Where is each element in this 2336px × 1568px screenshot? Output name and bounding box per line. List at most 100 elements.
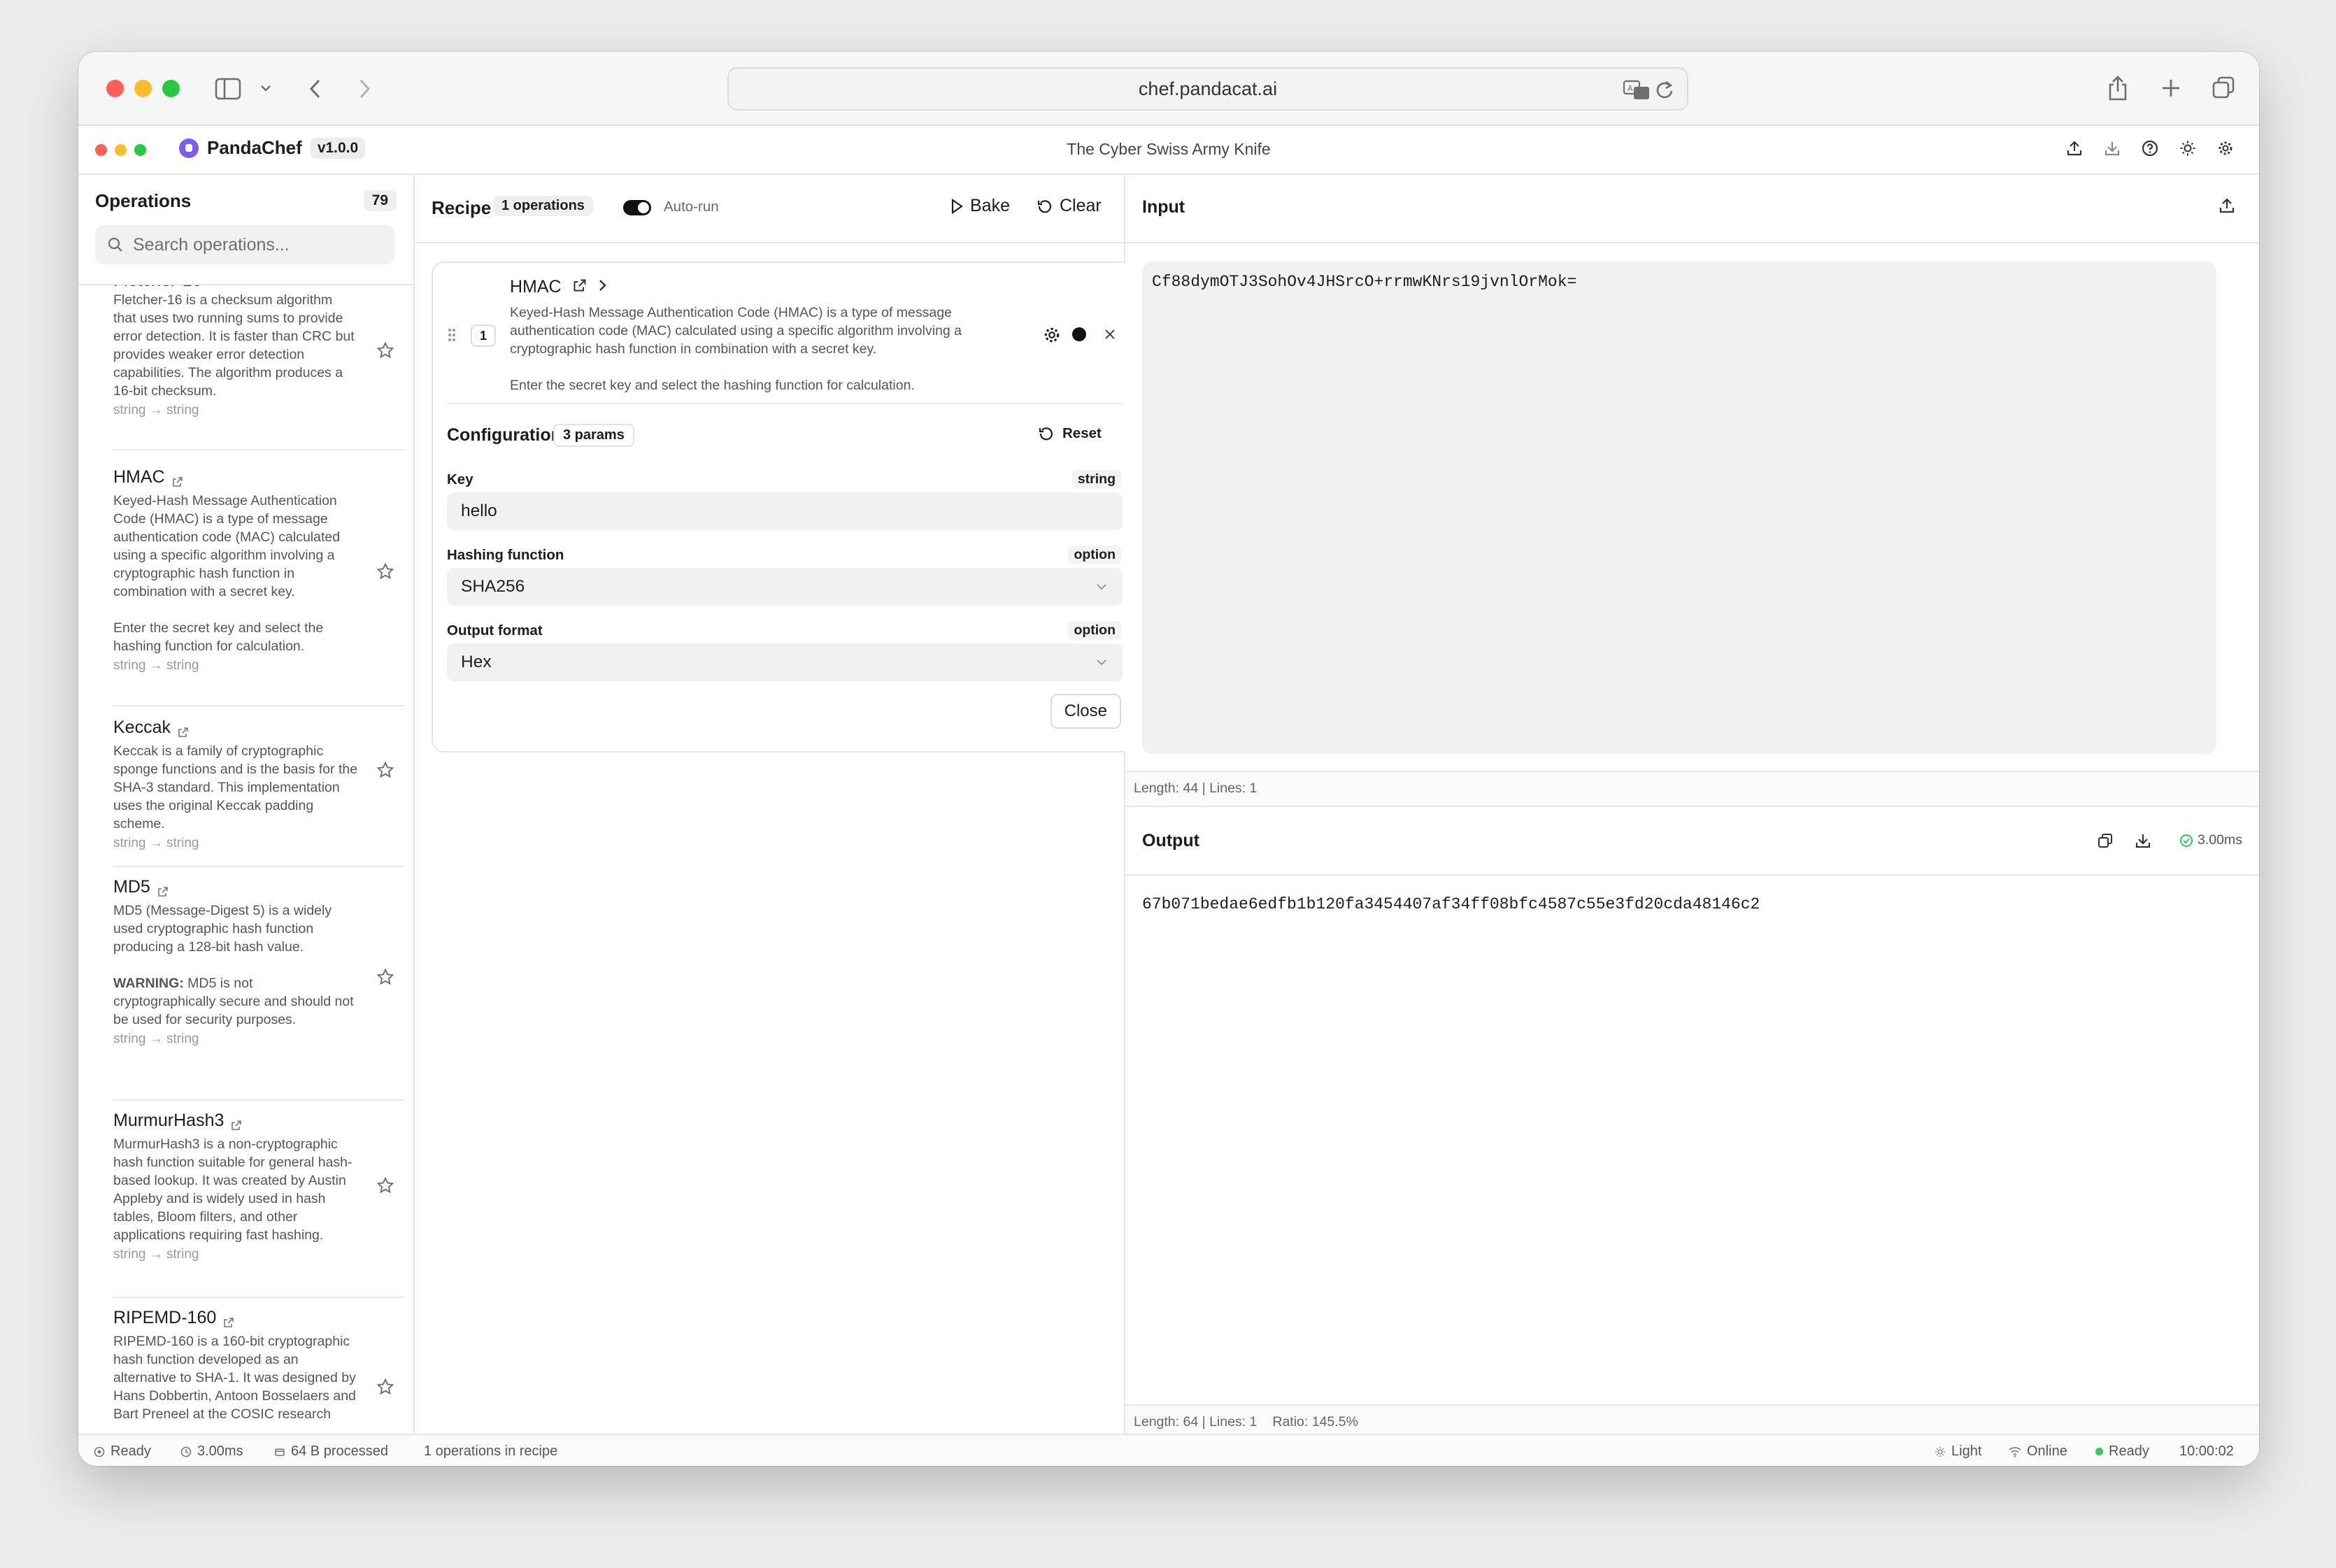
input-stats-text: Length: 44 | Lines: 1 [1134,781,1258,796]
chevron-right-icon[interactable] [598,277,608,297]
external-link-icon[interactable] [172,472,183,487]
new-tab-icon[interactable] [2158,76,2184,101]
reset-button[interactable]: Reset [1039,425,1102,442]
help-icon[interactable] [2140,138,2160,158]
chevron-down-icon[interactable] [259,81,273,95]
browser-window: chef.pandacat.ai A PandaChef v1.0.0 The … [78,52,2259,1466]
star-icon[interactable] [376,761,394,783]
input-textarea[interactable]: Cf88dymOTJ3SohOv4JHSrcO+rrmwKNrs19jvnlOr… [1142,262,2216,754]
copy-icon[interactable] [2097,832,2114,853]
op-name: MD5 [113,877,150,897]
remove-step-close-icon[interactable] [1103,327,1117,345]
bake-button[interactable]: Bake [950,196,1010,216]
list-item-hmac[interactable]: HMAC Keyed-Hash Message Authentication C… [113,457,404,706]
list-item-md5[interactable]: MD5 MD5 (Message-Digest 5) is a widely u… [113,869,404,1101]
output-title: Output [1142,831,1199,850]
download-icon[interactable] [2102,138,2122,158]
status-ready-icon [94,1446,105,1457]
op-name: HMAC [113,467,165,487]
hashing-function-label: Hashing function [447,547,564,563]
status-ready-text: Ready [111,1444,151,1459]
op-name: Keccak [113,718,171,737]
sun-icon[interactable] [2178,138,2198,158]
step-hint: Enter the secret key and select the hash… [510,378,915,393]
clear-label: Clear [1060,196,1102,215]
reset-label: Reset [1062,425,1102,441]
forward-icon[interactable] [352,76,376,102]
back-icon[interactable] [304,76,327,102]
star-icon[interactable] [376,562,394,584]
star-icon[interactable] [376,341,394,363]
operations-list: Fletcher-16 Fletcher-16 is a checksum al… [78,285,413,1434]
key-input[interactable]: hello [447,492,1123,530]
network-status: Online [2009,1444,2067,1460]
search-placeholder: Search operations... [133,234,290,255]
input-stats: Length: 44 | Lines: 1 [1125,771,2259,807]
external-link-icon[interactable] [573,277,587,297]
play-icon [951,198,963,214]
external-link-icon[interactable] [231,1116,242,1130]
op-name: Fletcher-16 [113,285,201,291]
status-clock-text: 10:00:02 [2179,1444,2234,1459]
autorun-toggle[interactable] [623,200,651,215]
drag-handle-icon[interactable] [447,327,457,346]
list-item-keccak[interactable]: Keccak Keccak is a family of cryptograph… [113,708,404,867]
sun-icon [1935,1446,1945,1457]
url-text: chef.pandacat.ai [1138,78,1278,99]
list-item-ripemd160[interactable]: RIPEMD-160 RIPEMD-160 is a 160-bit crypt… [113,1299,404,1434]
close-config-button[interactable]: Close [1050,694,1121,729]
clear-button[interactable]: Clear [1037,196,1102,216]
output-download-icon[interactable] [2135,832,2151,853]
sidebar-toggle-icon[interactable] [214,76,242,102]
op-signature: string → string [113,836,199,850]
minimize-window-button[interactable] [134,80,152,97]
maximize-window-button[interactable] [162,80,180,97]
chevron-down-icon [1097,660,1106,666]
status-ready: Ready [94,1444,151,1460]
op-signature: string → string [113,403,199,418]
bake-label: Bake [970,196,1010,215]
list-item-murmurhash3[interactable]: MurmurHash3 MurmurHash3 is a non-cryptog… [113,1102,404,1298]
input-title: Input [1142,197,1185,217]
address-bar[interactable]: chef.pandacat.ai A [727,67,1688,111]
tab-overview-icon[interactable] [2210,74,2237,101]
divider [447,403,1123,404]
external-link-icon[interactable] [157,882,169,897]
check-circle-icon [2180,834,2193,847]
external-link-icon[interactable] [178,722,189,737]
theme-indicator[interactable]: Light [1935,1444,1981,1460]
star-icon[interactable] [376,968,394,990]
share-icon[interactable] [2105,73,2130,104]
translate-icon[interactable]: A [1623,80,1651,106]
engine-status: Ready [2095,1444,2149,1460]
step-settings-gear-icon[interactable] [1043,326,1061,348]
op-description: MD5 (Message-Digest 5) is a widely used … [113,903,332,955]
key-field-label: Key [447,471,473,487]
output-format-select[interactable]: Hex [447,643,1123,681]
key-type-badge: string [1071,470,1121,489]
reload-icon[interactable] [1655,80,1674,106]
settings-gear-icon[interactable] [2216,138,2235,158]
status-recipe: 1 operations in recipe [424,1444,557,1460]
external-link-icon[interactable] [223,1313,234,1327]
app-header: PandaChef v1.0.0 The Cyber Swiss Army Kn… [78,126,2259,175]
step-disable-dot-icon[interactable] [1072,327,1086,341]
list-item-fletcher16[interactable]: Fletcher-16 Fletcher-16 is a checksum al… [113,285,404,450]
op-description: Keyed-Hash Message Authentication Code (… [113,493,341,654]
output-format-type-badge: option [1068,621,1121,640]
output-value[interactable]: 67b071bedae6edfb1b120fa3454407af34ff08bf… [1142,895,1760,913]
config-title: Configuration [447,425,562,445]
status-bar: Ready 3.00ms 64 B processed 1 operations… [78,1434,2259,1466]
star-icon[interactable] [376,1378,394,1399]
step-description: Keyed-Hash Message Authentication Code (… [510,305,962,357]
upload-icon[interactable] [2065,138,2084,158]
close-window-button[interactable] [106,80,124,97]
recipe-panel: Recipe 1 operations Auto-run Bake Clear … [415,175,1135,1434]
green-status-dot [2095,1448,2103,1455]
hashing-function-select[interactable]: SHA256 [447,568,1123,606]
hashing-function-type-badge: option [1068,546,1121,564]
star-icon[interactable] [376,1176,394,1198]
input-upload-icon[interactable] [2219,197,2235,218]
output-format-label: Output format [447,622,543,639]
search-input[interactable]: Search operations... [95,225,394,264]
